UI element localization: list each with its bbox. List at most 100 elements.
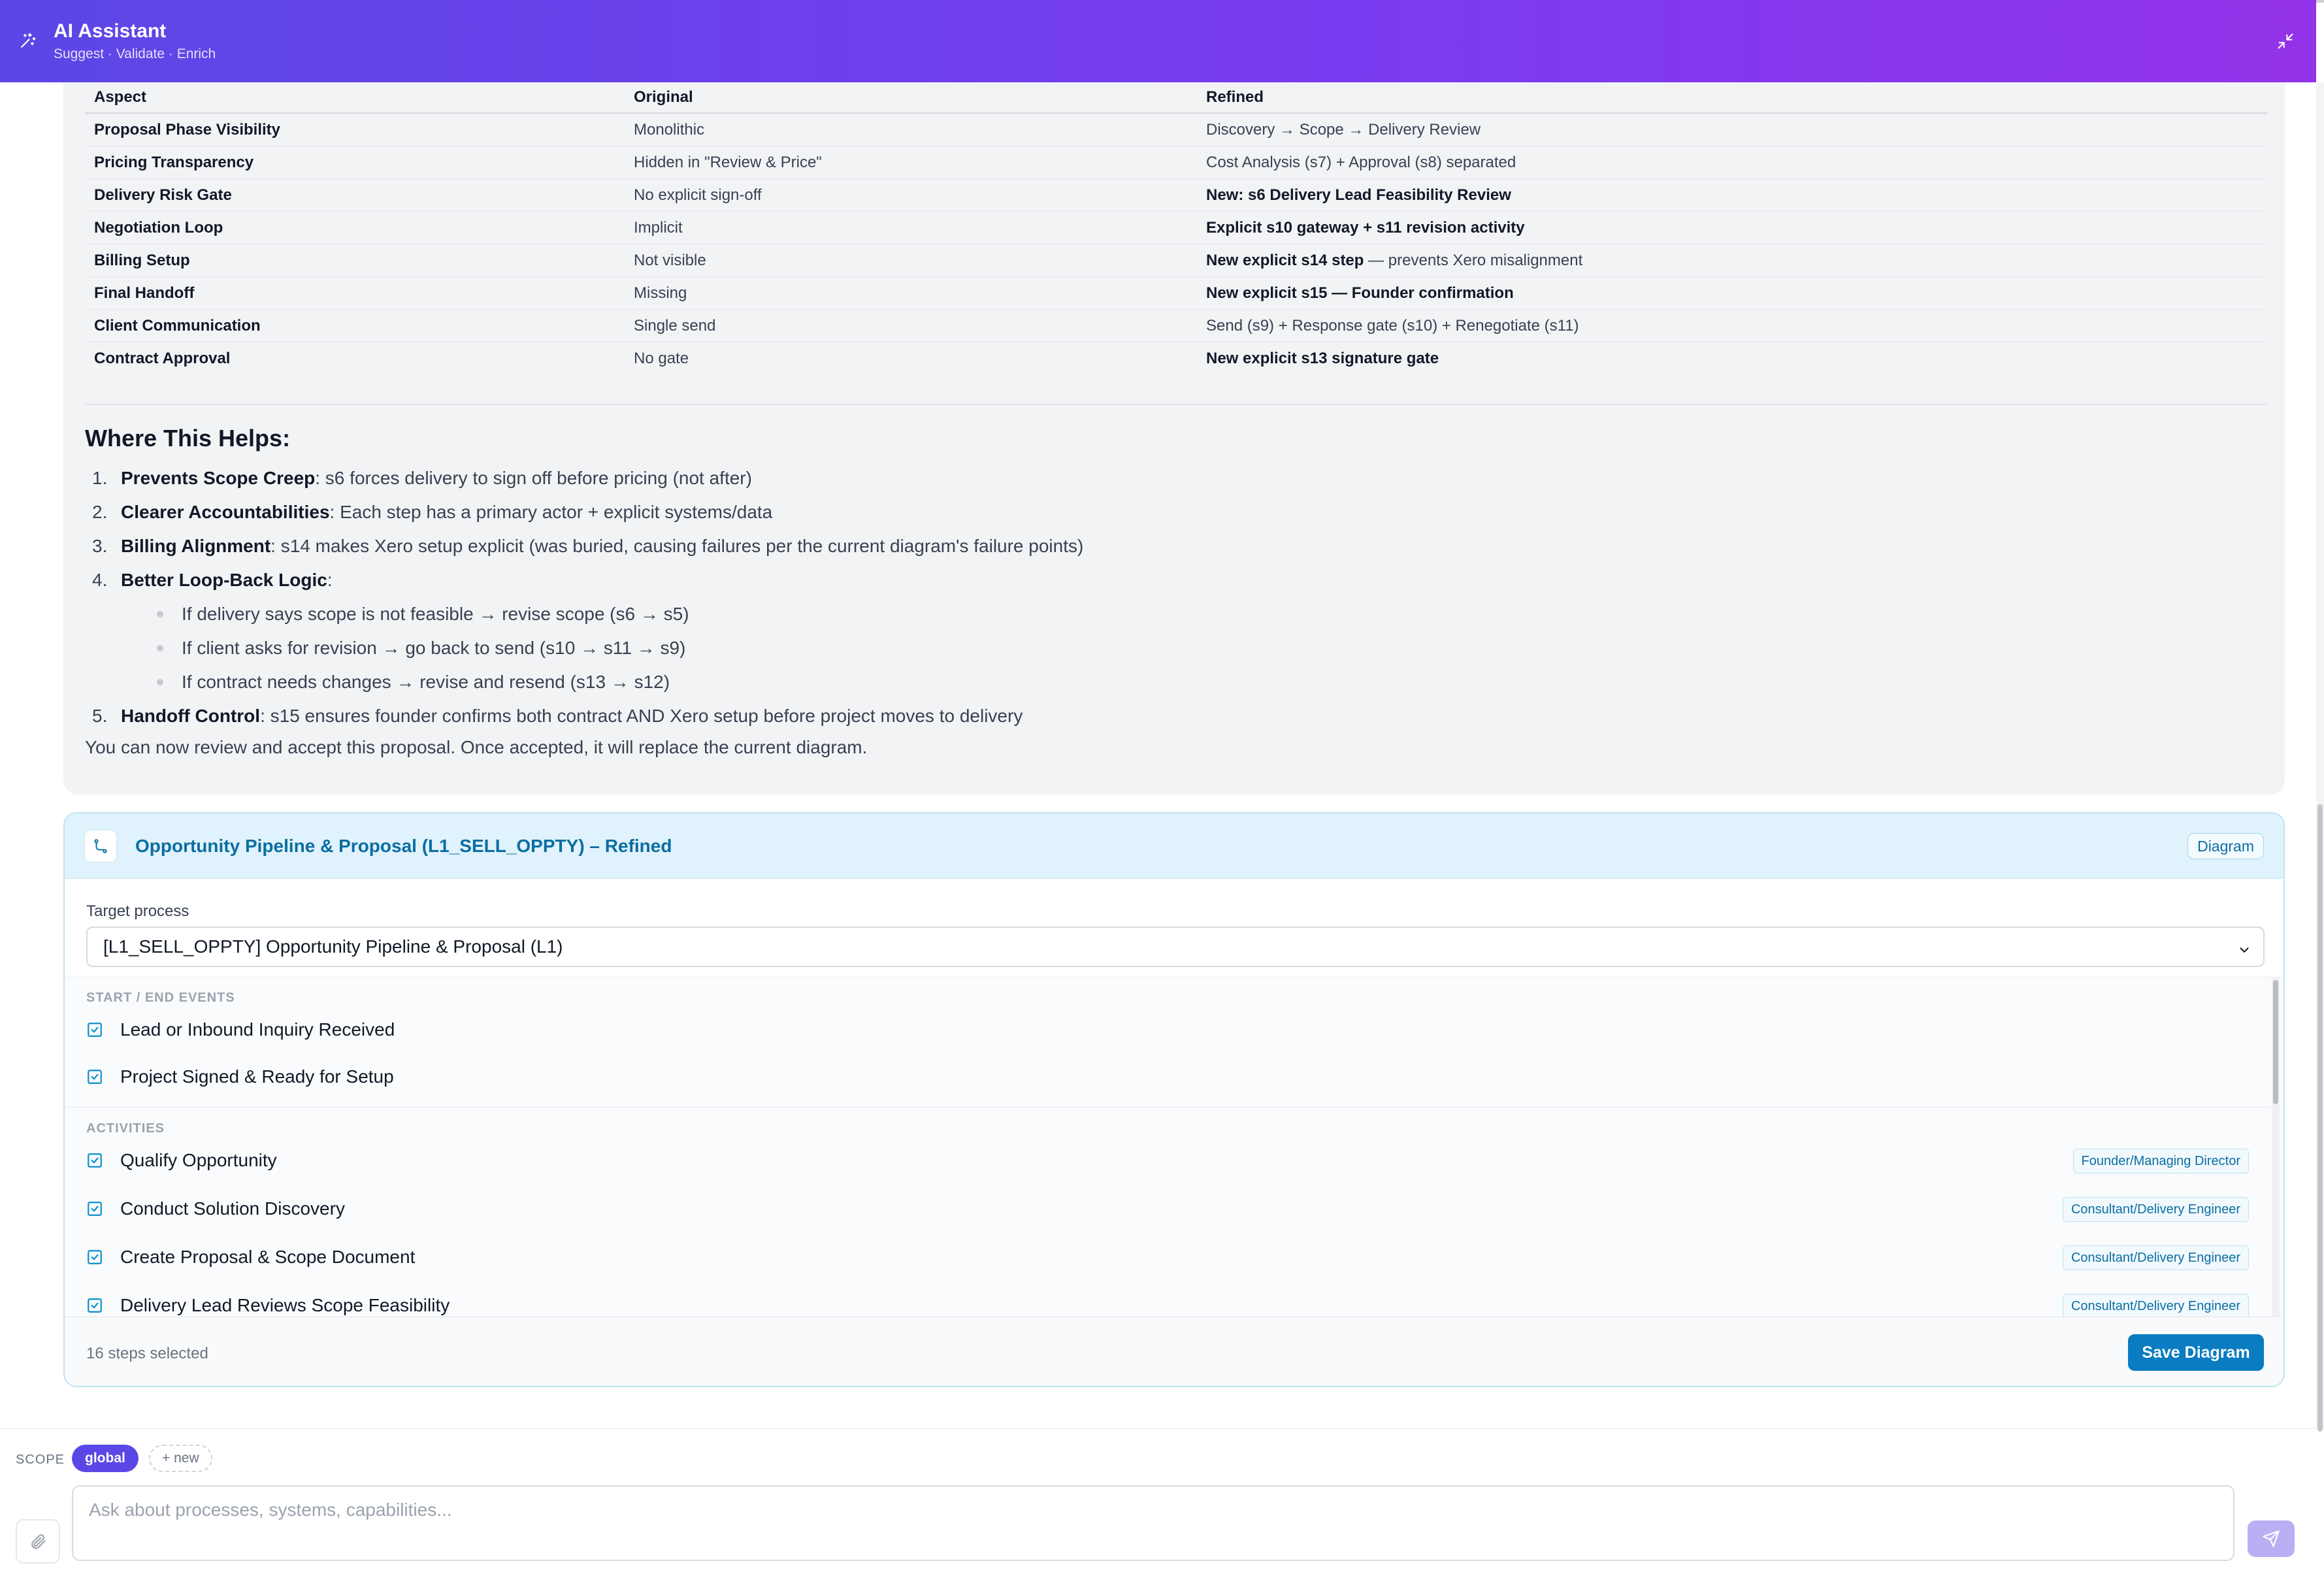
activity-step[interactable]: Conduct Solution Discovery Consultant/Del… <box>86 1189 2249 1228</box>
table-row: Client Communication Single send Send (s9)… <box>85 310 2267 342</box>
list-text: Billing Alignment: s14 makes Xero setup … <box>121 529 1083 563</box>
diagram-icon <box>84 829 117 862</box>
table-row: Negotiation Loop Implicit Explicit s10 gat… <box>85 212 2267 244</box>
paperclip-icon[interactable] <box>16 1519 60 1564</box>
list-number: 1. <box>92 468 108 488</box>
header-original: Original <box>634 88 693 106</box>
checkbox-checked-icon[interactable] <box>86 1152 103 1169</box>
table-row: Delivery Risk Gate No explicit sign-off Ne… <box>85 179 2267 212</box>
cell-refined: New explicit s13 signature gate <box>1197 350 2267 368</box>
sparkles-icon <box>17 31 38 52</box>
header-aspect: Aspect <box>94 88 147 106</box>
composer: SCOPE global + new Ask about processes, … <box>0 1428 2316 1576</box>
refined-emphasis: New explicit s13 signature gate <box>1206 350 1439 367</box>
table-header: Aspect Original Refined <box>85 82 2267 114</box>
list-title: Clearer Accountabilities <box>121 502 330 522</box>
list-item: 5. Handoff Control: s15 ensures founder … <box>92 706 1023 726</box>
sub-list-item: If contract needs changes → revise and r… <box>85 665 2267 699</box>
cell-aspect: Delivery Risk Gate <box>94 186 232 204</box>
assistant-header: AI Assistant Suggest · Validate · Enrich <box>0 0 2316 82</box>
list-number: 3. <box>92 536 108 556</box>
refined-text: Cost Analysis (s7) + Approval (s8) separ… <box>1206 153 1516 171</box>
activity-step[interactable]: Delivery Lead Reviews Scope Feasibility C… <box>86 1286 2249 1317</box>
checkbox-checked-icon[interactable] <box>86 1200 103 1217</box>
cell-original: Implicit <box>634 218 683 237</box>
bullet-icon <box>157 645 163 651</box>
comparison-table: Aspect Original Refined Proposal Phase V… <box>85 82 2267 375</box>
diagram-proposal-card: Opportunity Pipeline & Proposal (L1_SELL… <box>63 812 2285 1387</box>
role-badge: Consultant/Delivery Engineer <box>2062 1245 2249 1270</box>
scope-chip-global[interactable]: global <box>72 1445 139 1472</box>
collapse-icon[interactable] <box>2274 30 2297 52</box>
activity-step[interactable]: Qualify Opportunity Founder/Managing Dire… <box>86 1141 2249 1180</box>
chat-input-placeholder: Ask about processes, systems, capabiliti… <box>89 1500 452 1520</box>
step-list-scrollbar[interactable] <box>2272 977 2280 1317</box>
cell-aspect: Pricing Transparency <box>94 153 254 171</box>
diagram-tag: Diagram <box>2187 833 2264 859</box>
selected-count: 16 steps selected <box>86 1345 208 1362</box>
cell-original: Monolithic <box>634 120 705 139</box>
list-detail: : s14 makes Xero setup explicit (was bur… <box>270 536 1084 556</box>
refined-emphasis: New: s6 Delivery Lead Feasibility Review <box>1206 186 1511 204</box>
save-diagram-button[interactable]: Save Diagram <box>2128 1334 2264 1371</box>
chat-input[interactable]: Ask about processes, systems, capabiliti… <box>72 1485 2234 1561</box>
cell-aspect: Client Communication <box>94 316 261 335</box>
card-header: Opportunity Pipeline & Proposal (L1_SELL… <box>65 813 2283 879</box>
list-item: 2. Clearer Accountabilities: Each step ha… <box>85 495 2267 529</box>
new-scope-button[interactable]: + new <box>149 1445 212 1472</box>
cell-original: No explicit sign-off <box>634 186 762 204</box>
send-icon[interactable] <box>2248 1520 2295 1557</box>
conversation-scrollbar[interactable] <box>2316 82 2324 1432</box>
checkbox-checked-icon[interactable] <box>86 1297 103 1314</box>
cell-aspect: Contract Approval <box>94 350 231 367</box>
list-item: 1. Prevents Scope Creep: s6 forces delive… <box>85 461 2267 495</box>
list-number: 4. <box>92 570 108 590</box>
target-process-select[interactable]: [L1_SELL_OPPTY] Opportunity Pipeline & P… <box>86 927 2265 967</box>
role-badge: Consultant/Delivery Engineer <box>2062 1197 2249 1222</box>
cell-refined: Discovery → Scope → Delivery Review <box>1197 121 2267 139</box>
refined-emphasis: Explicit s10 gateway + s11 revision acti… <box>1206 218 1525 237</box>
event-step[interactable]: Lead or Inbound Inquiry Received <box>86 1010 2249 1049</box>
scrollbar-thumb[interactable] <box>2317 804 2323 1432</box>
list-number: 2. <box>92 502 108 522</box>
table-row: Billing Setup Not visible New explicit s14… <box>85 244 2267 277</box>
activity-step[interactable]: Create Proposal & Scope Document Consulta… <box>86 1238 2249 1277</box>
cell-aspect: Billing Setup <box>94 251 190 269</box>
list-item: 3. Billing Alignment: s14 makes Xero setu… <box>85 529 2267 563</box>
header-refined: Refined <box>1206 88 1264 106</box>
sub-list-text: If client asks for revision → go back to… <box>182 638 686 658</box>
checkbox-checked-icon[interactable] <box>86 1249 103 1266</box>
list-title: Better Loop-Back Logic <box>121 570 327 590</box>
checkbox-checked-icon[interactable] <box>86 1068 103 1085</box>
cell-refined: New explicit s14 step — prevents Xero mi… <box>1197 252 2267 270</box>
assistant-title: AI Assistant <box>54 20 167 42</box>
cell-original: No gate <box>634 350 689 367</box>
table-row: Final Handoff Missing New explicit s15 — F… <box>85 277 2267 310</box>
role-badge: Founder/Managing Director <box>2072 1149 2249 1174</box>
refined-emphasis: New explicit s14 step <box>1206 251 1364 269</box>
refined-text: Discovery → Scope → Delivery Review <box>1206 120 1481 139</box>
cell-aspect: Proposal Phase Visibility <box>94 120 280 139</box>
checkbox-checked-icon[interactable] <box>86 1021 103 1038</box>
step-name: Lead or Inbound Inquiry Received <box>120 1019 395 1040</box>
cell-aspect: Negotiation Loop <box>94 218 223 237</box>
where-this-helps: Where This Helps: 1. Prevents Scope Creep… <box>85 425 2267 733</box>
cell-refined: Send (s9) + Response gate (s10) + Renego… <box>1197 317 2267 335</box>
refined-text: — prevents Xero misalignment <box>1364 251 1583 269</box>
step-list[interactable]: START / END EVENTS Lead or Inbound Inqui… <box>65 977 2283 1317</box>
scrollbar-thumb[interactable] <box>2273 980 2278 1104</box>
conversation-scroll[interactable]: Aspect Original Refined Proposal Phase V… <box>0 82 2316 1428</box>
list-text: Better Loop-Back Logic: <box>121 563 333 597</box>
cell-aspect: Final Handoff <box>94 284 195 302</box>
cell-original: Missing <box>634 284 687 302</box>
card-title: Opportunity Pipeline & Proposal (L1_SELL… <box>135 835 672 856</box>
list-title: Billing Alignment <box>121 536 271 556</box>
refined-emphasis: New explicit s15 — Founder confirmation <box>1206 284 1514 302</box>
list-title: Prevents Scope Creep <box>121 468 316 488</box>
cell-refined: New explicit s15 — Founder confirmation <box>1197 284 2267 303</box>
step-name: Conduct Solution Discovery <box>120 1198 345 1219</box>
role-badge: Consultant/Delivery Engineer <box>2062 1294 2249 1317</box>
event-step[interactable]: Project Signed & Ready for Setup <box>86 1057 2249 1096</box>
bullet-icon <box>157 679 163 685</box>
scope-label: SCOPE <box>16 1453 65 1467</box>
